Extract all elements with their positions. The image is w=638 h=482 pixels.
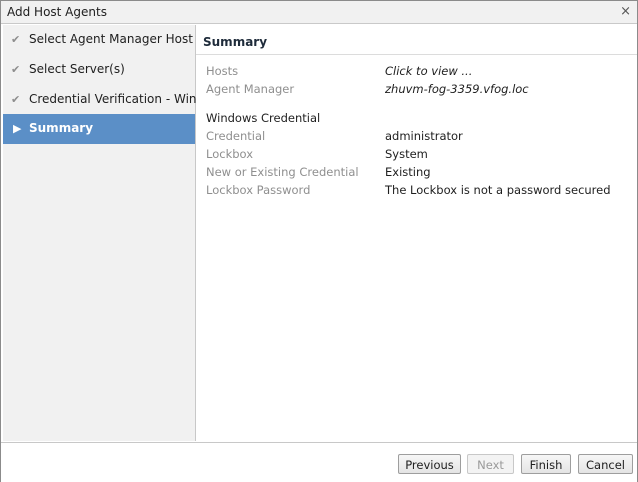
- lockbox-value: System: [385, 147, 428, 161]
- step-select-servers[interactable]: ✔ Select Server(s): [3, 55, 195, 85]
- next-button[interactable]: Next: [467, 454, 514, 474]
- dialog-title: Add Host Agents: [7, 5, 107, 19]
- step-select-agent-manager-host[interactable]: ✔ Select Agent Manager Host: [3, 25, 195, 55]
- lockbox-label: Lockbox: [206, 147, 254, 161]
- page-title: Summary: [203, 35, 268, 49]
- hosts-label: Hosts: [206, 64, 239, 78]
- summary-panel: Summary Hosts Click to view ... Agent Ma…: [196, 25, 637, 441]
- check-icon: ✔: [11, 33, 21, 46]
- step-credential-verification-windows[interactable]: ✔ Credential Verification - Windows: [3, 85, 228, 115]
- new-or-existing-credential-label: New or Existing Credential: [206, 165, 359, 179]
- cancel-button[interactable]: Cancel: [578, 454, 633, 474]
- check-icon: ✔: [11, 63, 21, 76]
- step-summary[interactable]: ▶ Summary: [3, 114, 195, 144]
- step-label: Select Agent Manager Host: [29, 32, 193, 46]
- step-label: Select Server(s): [29, 62, 125, 76]
- title-bar: Add Host Agents ×: [1, 1, 637, 24]
- lockbox-password-label: Lockbox Password: [206, 183, 311, 197]
- add-host-agents-dialog: Add Host Agents × ✔ Select Agent Manager…: [0, 0, 638, 482]
- agent-manager-label: Agent Manager: [206, 82, 295, 96]
- finish-button[interactable]: Finish: [521, 454, 571, 474]
- hosts-view-link[interactable]: Click to view ...: [385, 64, 472, 78]
- agent-manager-value: zhuvm-fog-3359.vfog.local: [385, 82, 529, 96]
- check-icon: ✔: [11, 93, 21, 106]
- wizard-steps-sidebar: ✔ Select Agent Manager Host ✔ Select Ser…: [3, 25, 228, 441]
- previous-button[interactable]: Previous: [398, 454, 461, 474]
- windows-credential-heading: Windows Credential: [206, 111, 321, 125]
- lockbox-password-value: The Lockbox is not a password secured: [385, 183, 611, 197]
- close-icon[interactable]: ×: [620, 4, 631, 19]
- credential-label: Credential: [206, 129, 266, 143]
- step-label: Summary: [29, 121, 94, 135]
- arrow-right-icon: ▶: [13, 122, 22, 135]
- dialog-footer: Previous Next Finish Cancel: [1, 442, 637, 482]
- heading-divider: [196, 54, 637, 55]
- new-or-existing-credential-value: Existing: [385, 165, 431, 179]
- credential-value: administrator: [385, 129, 463, 143]
